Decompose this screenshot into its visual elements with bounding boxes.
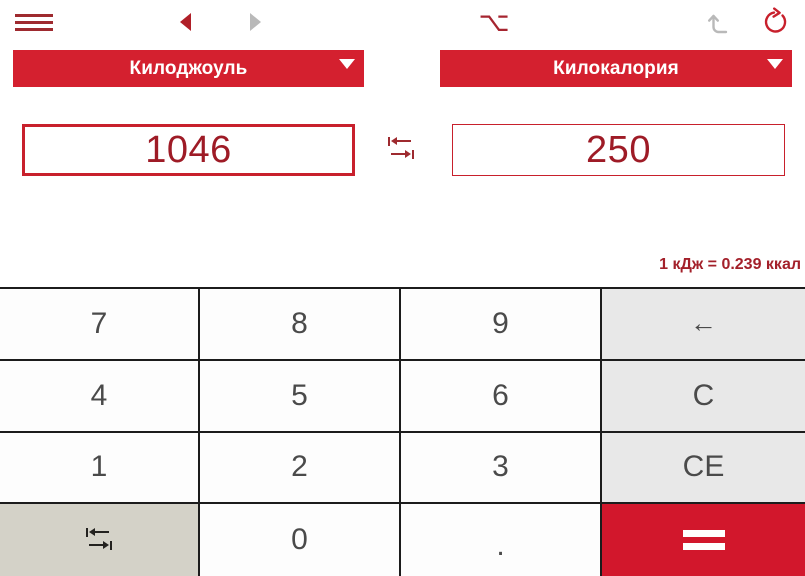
triangle-left-glyph xyxy=(179,13,191,31)
value-input-to[interactable]: 250 xyxy=(452,124,785,176)
swap-head xyxy=(405,149,411,158)
key-2-label: 2 xyxy=(291,450,308,484)
key-0-label: 0 xyxy=(291,523,308,557)
swap-arrow-left xyxy=(388,136,414,147)
swap-head xyxy=(391,136,397,145)
undo-arrow-icon[interactable] xyxy=(703,5,737,39)
triangle-right-glyph xyxy=(249,13,261,31)
option-key-glyph: ⌥ xyxy=(478,6,510,38)
key-clear-label: C xyxy=(692,378,715,412)
option-key-icon[interactable]: ⌥ xyxy=(474,6,514,38)
swap-head xyxy=(103,540,109,549)
swap-bar xyxy=(86,528,88,538)
redo-arrow-icon[interactable] xyxy=(760,5,794,39)
key-8[interactable]: 8 xyxy=(200,289,401,361)
key-6-label: 6 xyxy=(492,378,509,412)
triangle-left-icon[interactable] xyxy=(170,8,200,36)
value-input-from-value: 1046 xyxy=(145,128,232,171)
unit-dropdown-from[interactable]: Килоджоуль xyxy=(13,50,364,87)
key-5[interactable]: 5 xyxy=(200,360,401,433)
key-3[interactable]: 3 xyxy=(401,432,602,505)
chevron-down-icon xyxy=(767,59,783,69)
conversion-ratio-text: 1 кДж = 0.239 ккал xyxy=(659,256,801,273)
swap-arrow-right xyxy=(388,149,414,160)
key-1[interactable]: 1 xyxy=(0,432,200,505)
hamburger-line xyxy=(15,13,53,17)
key-6[interactable]: 6 xyxy=(401,360,602,433)
key-equals[interactable] xyxy=(602,504,805,576)
key-0[interactable]: 0 xyxy=(200,504,401,576)
key-decimal[interactable]: . xyxy=(401,504,602,576)
key-9[interactable]: 9 xyxy=(401,289,602,361)
swap-head xyxy=(89,527,95,536)
swap-bar xyxy=(110,541,112,551)
swap-arrows-icon xyxy=(388,134,414,164)
key-4-label: 4 xyxy=(90,378,108,412)
key-4[interactable]: 4 xyxy=(0,360,200,433)
value-input-to-value: 250 xyxy=(586,128,651,171)
unit-dropdown-to[interactable]: Килокалория xyxy=(440,50,792,87)
key-7[interactable]: 7 xyxy=(0,289,200,361)
key-backspace[interactable]: ← xyxy=(602,289,805,361)
triangle-right-icon[interactable] xyxy=(240,8,270,36)
hamburger-line xyxy=(15,20,53,24)
key-swap[interactable] xyxy=(0,504,200,576)
equals-bar xyxy=(682,543,725,551)
swap-bar xyxy=(388,137,390,146)
key-7-label: 7 xyxy=(90,306,108,340)
swap-units-button[interactable] xyxy=(388,134,414,164)
swap-bar xyxy=(412,150,414,159)
key-clear-entry-label: CE xyxy=(682,450,725,484)
key-8-label: 8 xyxy=(291,306,308,340)
chevron-down-icon xyxy=(339,59,355,69)
unit-dropdown-to-label: Килокалория xyxy=(553,57,679,79)
keypad: 7 8 9 ← 4 5 6 C 1 2 3 CE 0. xyxy=(0,287,805,576)
equals-icon xyxy=(682,530,725,551)
hamburger-menu-icon[interactable] xyxy=(14,11,54,33)
key-backspace-label: ← xyxy=(690,308,717,339)
swap-arrow-left xyxy=(86,527,112,538)
key-1-label: 1 xyxy=(90,450,108,484)
hamburger-line xyxy=(15,27,53,31)
key-decimal-label: . xyxy=(496,529,505,563)
key-clear[interactable]: C xyxy=(602,360,805,433)
key-9-label: 9 xyxy=(492,306,509,340)
top-toolbar: ⌥ xyxy=(0,0,805,44)
equals-bar xyxy=(682,530,725,538)
undo-arrow-glyph xyxy=(708,14,728,34)
key-clear-entry[interactable]: CE xyxy=(602,432,805,505)
key-5-label: 5 xyxy=(291,378,308,412)
key-3-label: 3 xyxy=(492,450,509,484)
value-input-from[interactable]: 1046 xyxy=(22,124,355,176)
key-2[interactable]: 2 xyxy=(200,432,401,505)
redo-arrow-glyph xyxy=(764,7,787,33)
swap-arrow-right xyxy=(86,540,112,551)
swap-arrows-icon xyxy=(86,525,112,555)
unit-dropdown-from-label: Килоджоуль xyxy=(129,57,248,79)
